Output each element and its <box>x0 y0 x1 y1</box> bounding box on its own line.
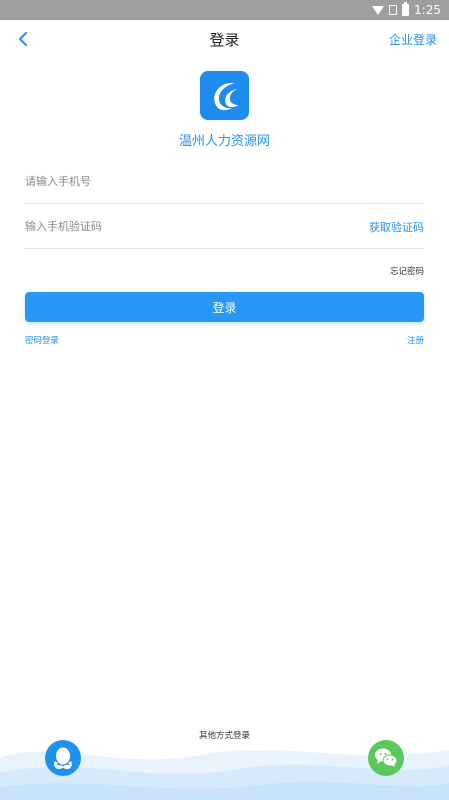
status-time: 1:25 <box>414 3 441 17</box>
forgot-password-link[interactable]: 忘记密码 <box>390 265 424 277</box>
back-arrow-icon <box>19 32 27 46</box>
back-button[interactable] <box>10 26 36 52</box>
wechat-login-button[interactable] <box>368 740 404 776</box>
nav-bar: 登录 企业登录 <box>0 20 449 58</box>
status-bar: 1:25 <box>0 0 449 20</box>
battery-icon <box>402 2 410 16</box>
corp-login-link[interactable]: 企业登录 <box>389 31 437 48</box>
qq-icon <box>53 747 73 769</box>
page-title: 登录 <box>209 30 240 49</box>
code-field: 获取验证码 <box>25 205 424 249</box>
password-login-link[interactable]: 密码登录 <box>25 334 59 346</box>
wifi-icon <box>372 5 385 15</box>
no-sim-icon <box>389 5 398 15</box>
app-logo-icon <box>213 82 239 110</box>
phone-input[interactable] <box>25 175 424 188</box>
app-logo <box>200 71 249 120</box>
app-name: 温州人力资源网 <box>178 134 270 149</box>
qq-login-button[interactable] <box>45 740 81 776</box>
phone-field <box>25 160 424 204</box>
code-input[interactable] <box>25 220 369 233</box>
login-button[interactable]: 登录 <box>25 292 424 322</box>
get-code-button[interactable]: 获取验证码 <box>369 219 424 235</box>
register-link[interactable]: 注册 <box>407 334 424 346</box>
wechat-icon <box>375 748 398 767</box>
